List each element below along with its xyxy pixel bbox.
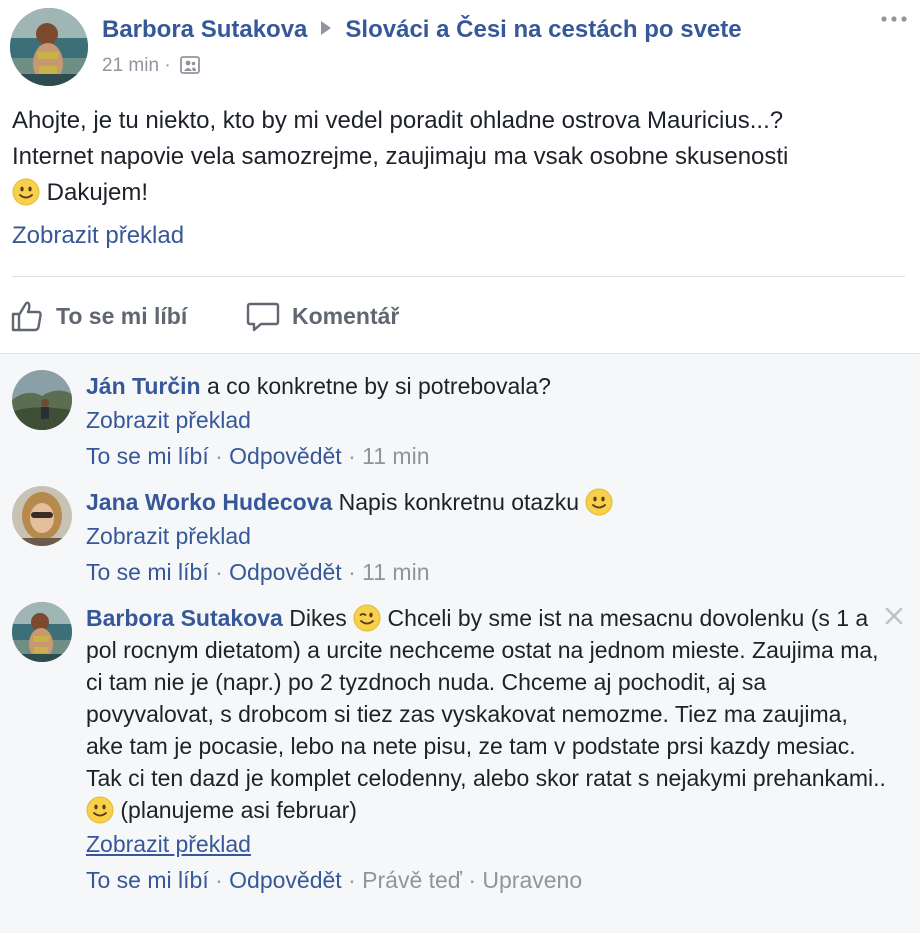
comment-text-main: Chceli by sme ist na mesacnu dovolenku (… [86, 605, 886, 791]
dot-separator: · [215, 443, 223, 469]
smile-emoji-icon [86, 796, 114, 824]
comment-text-start: Dikes [289, 605, 347, 631]
comment-author-link[interactable]: Jana Worko Hudecova [86, 489, 332, 515]
smile-emoji-icon [12, 178, 40, 206]
post-body-line-1: Ahojte, je tu niekto, kto by mi vedel po… [12, 107, 784, 134]
comment-author-link[interactable]: Ján Turčin [86, 373, 201, 399]
smile-emoji-icon [585, 488, 613, 516]
comment-time[interactable]: 11 min [362, 559, 429, 585]
meta-separator: · [164, 55, 171, 76]
see-translation-link[interactable]: Zobrazit překlad [86, 520, 886, 552]
see-translation-link[interactable]: Zobrazit překlad [12, 222, 184, 250]
comment-reply-link[interactable]: Odpovědět [229, 867, 342, 893]
comment-bubble-icon [246, 302, 280, 332]
dot-separator: · [348, 443, 356, 469]
divider [12, 276, 905, 277]
comment-body: Jana Worko Hudecova Napis konkretnu otaz… [86, 486, 886, 588]
dot-separator: · [468, 867, 477, 893]
thumbs-up-icon [11, 301, 42, 332]
commenter-avatar[interactable] [12, 602, 72, 662]
edited-label[interactable]: Upraveno [482, 867, 582, 893]
post-body: Ahojte, je tu niekto, kto by mi vedel po… [12, 103, 912, 211]
comment-actions: To se mi líbí · Odpovědět · 11 min [86, 556, 886, 588]
comment-text: Napis konkretnu otazku [338, 489, 580, 515]
comment-time[interactable]: Právě teď [362, 867, 462, 893]
comment-time[interactable]: 11 min [362, 443, 429, 469]
comment-like-link[interactable]: To se mi líbí [86, 443, 209, 469]
caret-right-icon [321, 21, 332, 35]
post-meta: 21 min · [102, 55, 200, 77]
post-time[interactable]: 21 min [102, 55, 159, 76]
comment-like-link[interactable]: To se mi líbí [86, 559, 209, 585]
post-author-link[interactable]: Barbora Sutakova [102, 16, 307, 43]
dot-separator: · [348, 867, 356, 893]
post-body-line-2: Internet napovie vela samozrejme, zaujim… [12, 143, 789, 170]
see-translation-link[interactable]: Zobrazit překlad [86, 404, 886, 436]
comment-author-link[interactable]: Barbora Sutakova [86, 605, 283, 631]
comment-actions: To se mi líbí · Odpovědět · 11 min [86, 440, 886, 472]
comment-text-end: (planujeme asi februar) [120, 797, 357, 823]
commenter-avatar[interactable] [12, 370, 72, 430]
like-button-label: To se mi líbí [56, 302, 188, 329]
commenter-avatar[interactable] [12, 486, 72, 546]
close-icon[interactable] [882, 604, 906, 628]
comment-reply-link[interactable]: Odpovědět [229, 559, 342, 585]
see-translation-link[interactable]: Zobrazit překlad [86, 828, 886, 860]
comment-like-link[interactable]: To se mi líbí [86, 867, 209, 893]
comment-actions: To se mi líbí · Odpovědět · Právě teď · … [86, 864, 886, 896]
group-members-icon [180, 56, 200, 74]
wink-emoji-icon [353, 604, 381, 632]
comment-button-label: Komentář [292, 302, 400, 329]
comment-button[interactable]: Komentář [246, 298, 399, 334]
comments-section: Ján Turčin a co konkretne by si potrebov… [0, 353, 920, 933]
like-button[interactable]: To se mi líbí [10, 298, 187, 334]
comment-text: a co konkretne by si potrebovala? [207, 373, 551, 399]
author-avatar[interactable] [10, 8, 88, 86]
post-body-line-3: Dakujem! [12, 175, 912, 211]
dot-separator: · [215, 867, 223, 893]
dot-separator: · [348, 559, 356, 585]
comment-reply-link[interactable]: Odpovědět [229, 443, 342, 469]
dot-separator: · [215, 559, 223, 585]
post-card: Barbora Sutakova Slováci a Česi na cestác… [0, 0, 920, 353]
more-options-icon[interactable] [880, 12, 908, 26]
group-link[interactable]: Slováci a Česi na cestách po svete [345, 16, 741, 43]
comment-body: Ján Turčin a co konkretne by si potrebov… [86, 370, 886, 472]
post-header: Barbora Sutakova Slováci a Česi na cestác… [102, 16, 742, 44]
post-body-line-3-text: Dakujem! [46, 179, 149, 206]
comment-body: Barbora Sutakova Dikes Chceli by sme ist… [86, 602, 886, 896]
